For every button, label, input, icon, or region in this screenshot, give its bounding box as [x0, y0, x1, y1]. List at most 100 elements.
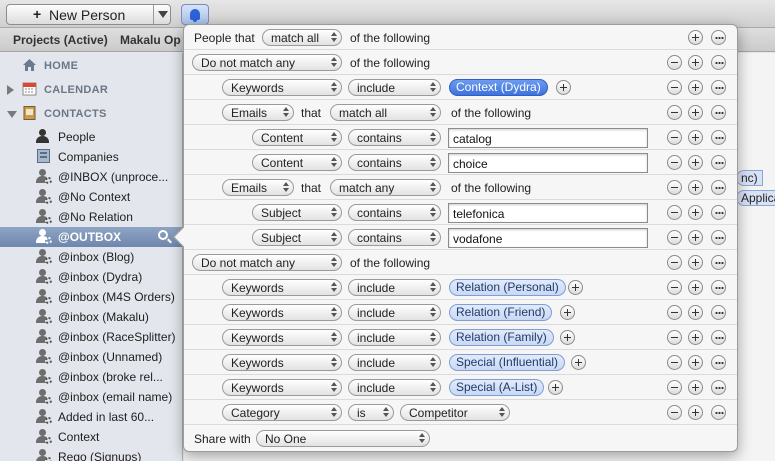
- share-with-selector[interactable]: No One: [256, 430, 430, 447]
- sidebar-item-inbox-unprocessed[interactable]: @INBOX (unproce...: [0, 167, 182, 187]
- add-rule-button[interactable]: [688, 155, 703, 170]
- sidebar-item-inbox-broke-rel[interactable]: @inbox (broke rel...: [0, 367, 182, 387]
- sidebar-item-inbox-dydra[interactable]: @inbox (Dydra): [0, 267, 182, 287]
- sidebar-item-companies[interactable]: Companies: [0, 147, 182, 167]
- favorite-projects-active[interactable]: Projects (Active): [13, 33, 108, 47]
- add-group-button[interactable]: [711, 330, 726, 345]
- add-group-button[interactable]: [711, 130, 726, 145]
- keyword-token[interactable]: Special (Influential): [449, 354, 566, 371]
- remove-rule-button[interactable]: [667, 180, 682, 195]
- match-selector[interactable]: Do not match any: [192, 254, 342, 271]
- add-rule-button[interactable]: [688, 355, 703, 370]
- add-rule-button[interactable]: [688, 405, 703, 420]
- new-person-button[interactable]: + New Person: [6, 4, 171, 25]
- operator-selector[interactable]: contains: [348, 154, 441, 171]
- remove-rule-button[interactable]: [667, 80, 682, 95]
- favorite-makalu[interactable]: Makalu Op: [120, 33, 181, 47]
- field-selector[interactable]: Content: [252, 154, 342, 171]
- add-rule-button[interactable]: [688, 380, 703, 395]
- operator-selector[interactable]: contains: [348, 204, 441, 221]
- operator-selector[interactable]: include: [348, 354, 441, 371]
- add-rule-button[interactable]: [688, 55, 703, 70]
- operator-selector[interactable]: contains: [348, 129, 441, 146]
- remove-rule-button[interactable]: [667, 355, 682, 370]
- field-selector[interactable]: Keywords: [222, 354, 342, 371]
- category-selector[interactable]: Competitor: [400, 404, 510, 421]
- keyword-token[interactable]: Relation (Family): [449, 329, 554, 346]
- field-selector[interactable]: Keywords: [222, 379, 342, 396]
- remove-rule-button[interactable]: [667, 55, 682, 70]
- sidebar-item-outbox[interactable]: @OUTBOX: [0, 227, 182, 247]
- add-group-button[interactable]: [711, 205, 726, 220]
- magnifier-icon[interactable]: [158, 230, 168, 240]
- match-selector[interactable]: match all: [262, 29, 342, 46]
- remove-rule-button[interactable]: [667, 105, 682, 120]
- match-selector[interactable]: Do not match any: [192, 54, 342, 71]
- operator-selector[interactable]: contains: [348, 229, 441, 246]
- add-rule-button[interactable]: [688, 180, 703, 195]
- keyword-token[interactable]: Relation (Personal): [449, 279, 566, 296]
- add-keyword-button[interactable]: [571, 355, 586, 370]
- field-selector[interactable]: Emails: [222, 179, 294, 196]
- keyword-token[interactable]: Relation (Friend): [449, 304, 553, 321]
- remove-rule-button[interactable]: [667, 280, 682, 295]
- add-group-button[interactable]: [711, 255, 726, 270]
- add-rule-button[interactable]: [688, 330, 703, 345]
- field-selector[interactable]: Keywords: [222, 304, 342, 321]
- sidebar-item-inbox-blog[interactable]: @inbox (Blog): [0, 247, 182, 267]
- add-group-button[interactable]: [711, 280, 726, 295]
- remove-rule-button[interactable]: [667, 405, 682, 420]
- operator-selector[interactable]: include: [348, 379, 441, 396]
- add-keyword-button[interactable]: [560, 330, 575, 345]
- field-selector[interactable]: Content: [252, 129, 342, 146]
- add-rule-button[interactable]: [688, 230, 703, 245]
- value-input[interactable]: telefonica: [448, 203, 648, 223]
- add-rule-button[interactable]: [688, 80, 703, 95]
- field-selector[interactable]: Keywords: [222, 279, 342, 296]
- add-group-button[interactable]: [711, 305, 726, 320]
- add-group-button[interactable]: [711, 30, 726, 45]
- add-group-button[interactable]: [711, 80, 726, 95]
- add-group-button[interactable]: [711, 405, 726, 420]
- field-selector[interactable]: Keywords: [222, 329, 342, 346]
- sidebar-item-inbox-email-name[interactable]: @inbox (email name): [0, 387, 182, 407]
- sidebar-item-context[interactable]: Context: [0, 427, 182, 447]
- remove-rule-button[interactable]: [667, 230, 682, 245]
- sidebar-section-home[interactable]: HOME: [0, 55, 182, 77]
- sidebar-section-contacts[interactable]: CONTACTS: [0, 103, 182, 125]
- add-group-button[interactable]: [711, 230, 726, 245]
- keyword-token[interactable]: Special (A-List): [449, 379, 545, 396]
- keyword-token[interactable]: Context (Dydra): [449, 79, 548, 96]
- add-group-button[interactable]: [711, 180, 726, 195]
- sidebar-item-no-relation[interactable]: @No Relation: [0, 207, 182, 227]
- field-selector[interactable]: Emails: [222, 104, 294, 121]
- add-rule-button[interactable]: [688, 255, 703, 270]
- add-rule-button[interactable]: [688, 130, 703, 145]
- value-input[interactable]: vodafone: [448, 228, 648, 248]
- sidebar-item-inbox-m4s-orders[interactable]: @inbox (M4S Orders): [0, 287, 182, 307]
- field-selector[interactable]: Category: [222, 404, 342, 421]
- remove-rule-button[interactable]: [667, 380, 682, 395]
- add-rule-button[interactable]: [688, 305, 703, 320]
- remove-rule-button[interactable]: [667, 130, 682, 145]
- operator-selector[interactable]: include: [348, 279, 441, 296]
- add-rule-button[interactable]: [688, 280, 703, 295]
- add-rule-button[interactable]: [688, 30, 703, 45]
- sidebar-item-added-last-60[interactable]: Added in last 60...: [0, 407, 182, 427]
- operator-selector[interactable]: include: [348, 304, 441, 321]
- add-keyword-button[interactable]: [548, 380, 563, 395]
- value-input[interactable]: choice: [448, 153, 648, 173]
- disclosure-down-icon[interactable]: [7, 111, 17, 118]
- sidebar-section-calendar[interactable]: CALENDAR: [0, 79, 182, 101]
- notification-bell-button[interactable]: [181, 4, 209, 25]
- disclosure-right-icon[interactable]: [7, 85, 14, 95]
- dropdown-arrow-icon[interactable]: [158, 11, 168, 18]
- remove-rule-button[interactable]: [667, 255, 682, 270]
- add-rule-button[interactable]: [688, 105, 703, 120]
- operator-selector[interactable]: is: [348, 404, 394, 421]
- match-selector[interactable]: match any: [330, 179, 441, 196]
- sidebar-item-inbox-unnamed[interactable]: @inbox (Unnamed): [0, 347, 182, 367]
- add-rule-button[interactable]: [688, 205, 703, 220]
- add-group-button[interactable]: [711, 55, 726, 70]
- match-selector[interactable]: match all: [330, 104, 441, 121]
